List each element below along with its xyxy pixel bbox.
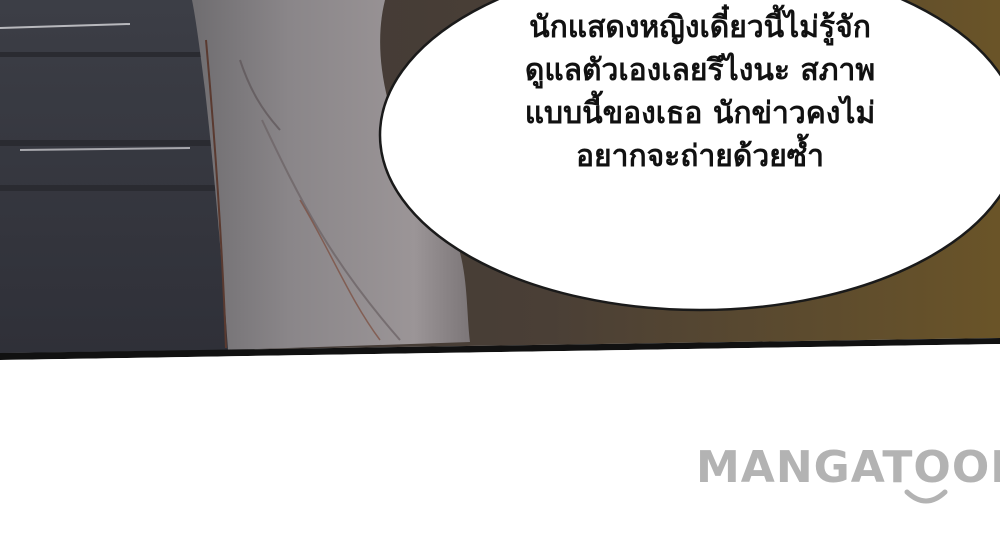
- smile-icon: [904, 489, 948, 504]
- wall-slat: [0, 185, 225, 191]
- wall-slat: [0, 52, 225, 57]
- speech-line: อยากจะถ่ายด้วยซ้ำ: [576, 139, 824, 174]
- wall-slat: [0, 140, 225, 146]
- watermark-text: MANGATOON: [696, 442, 1000, 493]
- mangatoon-watermark: MANGATOON: [696, 444, 1000, 514]
- speech-bubble-text: นักแสดงหญิงเดี๋ยวนี้ไม่รู้จัก ดูแลตัวเอง…: [470, 6, 930, 178]
- speech-line: นักแสดงหญิงเดี๋ยวนี้ไม่รู้จัก: [529, 10, 871, 45]
- speech-line: แบบนี้ของเธอ นักข่าวคงไม่: [524, 96, 876, 131]
- speech-line: ดูแลตัวเองเลยรึไงนะ สภาพ: [524, 53, 876, 88]
- comic-page: นักแสดงหญิงเดี๋ยวนี้ไม่รู้จัก ดูแลตัวเอง…: [0, 0, 1000, 559]
